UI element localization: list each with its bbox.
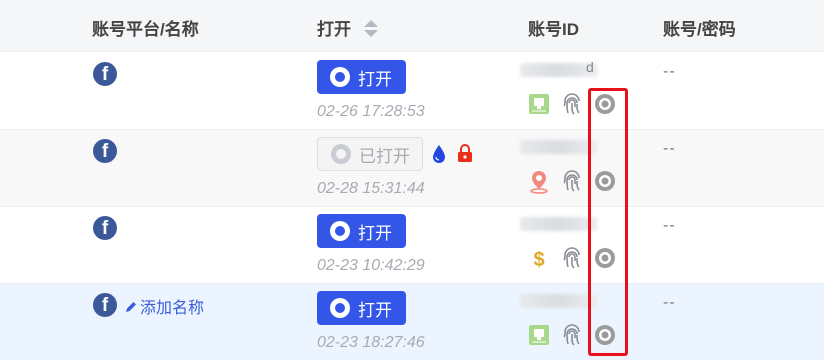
column-header-platform-name: 账号平台/名称 — [92, 20, 199, 39]
add-name-label: 添加名称 — [140, 300, 205, 317]
last-open-timestamp: 02-23 18:27:46 — [317, 334, 425, 351]
last-open-timestamp: 02-28 15:31:44 — [317, 180, 425, 197]
lock-icon[interactable] — [457, 144, 473, 162]
fingerprint-icon[interactable] — [561, 170, 583, 194]
account-id-masked — [520, 140, 598, 154]
last-open-timestamp: 02-26 17:28:53 — [317, 103, 425, 120]
facebook-icon: f — [93, 139, 117, 163]
account-id-visible-part: d — [586, 59, 594, 75]
opened-browser-button[interactable]: 已打开 — [317, 137, 423, 171]
facebook-icon: f — [93, 216, 117, 240]
pencil-icon — [126, 302, 136, 312]
water-drop-icon[interactable] — [431, 144, 447, 164]
table-row: f 已打开 02-28 15:31:44 -- — [0, 130, 824, 207]
browser-icon — [330, 298, 350, 318]
add-name-link[interactable]: 添加名称 — [124, 294, 204, 318]
column-header-account-id: 账号ID — [528, 20, 579, 39]
account-password: -- — [663, 63, 676, 80]
open-button-label: 打开 — [358, 223, 392, 243]
highlight-box — [588, 88, 628, 356]
table-row: f 打开 02-23 10:42:29 $ -- — [0, 207, 824, 284]
fingerprint-icon[interactable] — [561, 247, 583, 271]
open-button-label: 打开 — [358, 69, 392, 89]
open-browser-button[interactable]: 打开 — [317, 214, 406, 248]
location-pin-icon[interactable] — [528, 170, 550, 194]
table-header: 账号平台/名称 打开 账号ID 账号/密码 — [0, 0, 824, 52]
green-device-icon[interactable] — [528, 324, 550, 346]
account-password: -- — [663, 294, 676, 311]
browser-icon — [331, 144, 351, 164]
sort-icon[interactable] — [363, 20, 378, 38]
account-password: -- — [663, 217, 676, 234]
table-row: f 打开 02-26 17:28:53 d -- — [0, 53, 824, 130]
column-header-account-password: 账号/密码 — [663, 20, 736, 39]
facebook-icon: f — [93, 62, 117, 86]
browser-icon — [330, 67, 350, 87]
last-open-timestamp: 02-23 10:42:29 — [317, 257, 425, 274]
table-row: f 添加名称 打开 02-23 18:27:46 -- — [0, 284, 824, 360]
open-button-label: 已打开 — [359, 146, 410, 166]
column-header-open-label: 打开 — [317, 20, 351, 39]
fingerprint-icon[interactable] — [561, 324, 583, 348]
account-password: -- — [663, 140, 676, 157]
browser-icon — [330, 221, 350, 241]
open-browser-button[interactable]: 打开 — [317, 291, 406, 325]
dollar-icon[interactable]: $ — [528, 247, 550, 271]
account-id-masked — [520, 217, 598, 231]
column-header-open[interactable]: 打开 — [317, 15, 378, 40]
fingerprint-icon[interactable] — [561, 93, 583, 117]
facebook-icon: f — [93, 293, 117, 317]
open-browser-button[interactable]: 打开 — [317, 60, 406, 94]
green-device-icon[interactable] — [528, 93, 550, 115]
account-id-masked — [520, 294, 598, 308]
svg-text:$: $ — [533, 249, 544, 271]
open-button-label: 打开 — [358, 300, 392, 320]
